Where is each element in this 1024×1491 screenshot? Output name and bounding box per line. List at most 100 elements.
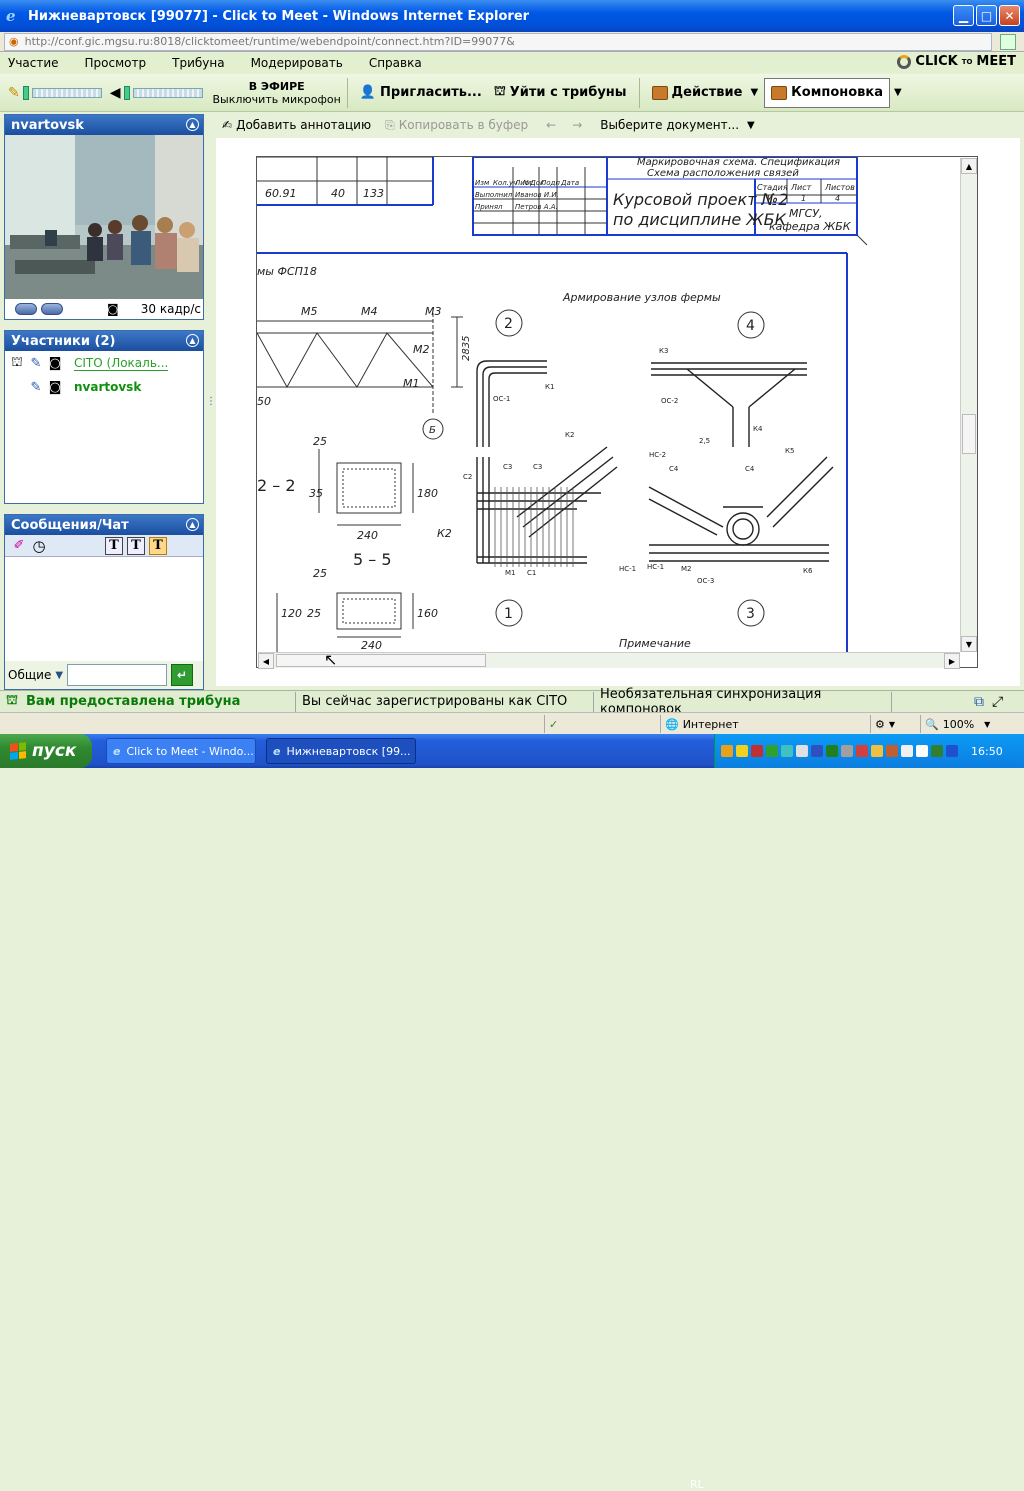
webcam-icon: ◙ bbox=[107, 302, 119, 316]
drawing-text: Курсовой проект №2 bbox=[613, 190, 788, 209]
scroll-left-icon[interactable]: ◀ bbox=[258, 653, 274, 669]
page-load-icon: ✓ bbox=[549, 717, 559, 731]
video-controls: ◙ 30 кадр/с bbox=[5, 299, 203, 319]
tray-app-icon[interactable] bbox=[766, 745, 778, 757]
chat-message-input[interactable] bbox=[67, 664, 168, 686]
menu-help[interactable]: Справка bbox=[369, 56, 422, 70]
network-icon[interactable]: ⧉ bbox=[974, 694, 984, 710]
tray-app-icon[interactable] bbox=[781, 745, 793, 757]
zoom-level[interactable]: 100% bbox=[943, 718, 974, 731]
tray-volume-icon[interactable] bbox=[856, 745, 868, 757]
participant-row[interactable]: ⛫ ✎ ◙ CITO (Локаль... bbox=[5, 351, 203, 375]
mouse-cursor-icon: ↖ bbox=[324, 650, 338, 669]
tray-app-icon[interactable] bbox=[721, 745, 733, 757]
drawing-text: Примечание bbox=[619, 637, 691, 650]
drawing-text: 35 bbox=[309, 487, 323, 500]
taskbar-item-nizhnevartovsk[interactable]: e Нижневартовск [99... bbox=[266, 738, 416, 764]
menu-moderate[interactable]: Модерировать bbox=[251, 56, 343, 70]
horizontal-scrollbar[interactable]: ◀ ▶ bbox=[258, 652, 960, 669]
pause-button[interactable] bbox=[15, 303, 37, 315]
dropdown-arrow-icon[interactable]: ▼ bbox=[747, 120, 755, 131]
vertical-scroll-thumb[interactable] bbox=[962, 414, 976, 454]
tray-app-icon[interactable] bbox=[871, 745, 883, 757]
protected-mode-icon[interactable]: ⚙ bbox=[875, 718, 885, 731]
drawing-text: Дата bbox=[560, 179, 579, 187]
forward-arrow-icon[interactable]: → bbox=[572, 118, 582, 132]
text-medium-button[interactable]: T bbox=[127, 536, 145, 555]
clock[interactable]: 16:50 bbox=[971, 745, 1003, 758]
menu-view[interactable]: Просмотр bbox=[85, 56, 147, 70]
microphone-icon: ✎ bbox=[30, 379, 42, 395]
layout-dropdown-arrow-icon[interactable]: ▼ bbox=[894, 87, 902, 98]
participant-row[interactable]: ✎ ◙ nvartovsk bbox=[5, 375, 203, 399]
menu-participation[interactable]: Участие bbox=[8, 56, 59, 70]
taskbar-item-clicktomeet[interactable]: e Click to Meet - Windo... bbox=[106, 738, 256, 764]
url-field[interactable]: ◉ http://conf.gic.mgsu.ru:8018/clicktome… bbox=[4, 32, 992, 51]
tray-app-icon[interactable] bbox=[841, 745, 853, 757]
leave-tribune-button[interactable]: ⛫ Уйти с трибуны bbox=[488, 78, 633, 108]
send-button[interactable]: ↵ bbox=[171, 664, 194, 686]
tray-network-icon[interactable] bbox=[946, 745, 958, 757]
close-button[interactable]: ✕ bbox=[999, 5, 1020, 26]
ie-icon: e bbox=[273, 744, 281, 758]
action-menu-button[interactable]: Действие ▼ bbox=[646, 78, 765, 108]
collapse-icon[interactable]: ▲ bbox=[186, 118, 199, 131]
tray-app-icon[interactable] bbox=[826, 745, 838, 757]
tray-app-icon[interactable] bbox=[931, 745, 943, 757]
horizontal-scroll-thumb[interactable] bbox=[276, 654, 486, 667]
add-annotation-button[interactable]: Добавить аннотацию bbox=[236, 118, 371, 132]
drawing-text: 2 – 2 bbox=[257, 476, 296, 495]
drawing-text: М2 bbox=[413, 343, 430, 356]
drawing-text: МГСУ, bbox=[789, 207, 823, 220]
copy-to-buffer-button[interactable]: Копировать в буфер bbox=[399, 118, 528, 132]
drawing-text: К5 bbox=[785, 447, 794, 455]
menu-tribune[interactable]: Трибуна bbox=[172, 56, 224, 70]
tray-shield-icon[interactable] bbox=[736, 745, 748, 757]
microphone-icon: ✎ bbox=[8, 84, 20, 101]
tray-app-icon[interactable] bbox=[811, 745, 823, 757]
speaker-level[interactable]: ◀ bbox=[110, 85, 203, 101]
panel-splitter-handle[interactable]: ⋮ bbox=[206, 396, 216, 416]
scroll-right-icon[interactable]: ▶ bbox=[944, 653, 960, 669]
window-title-bar[interactable]: e Нижневартовск [99077] - Click to Meet … bbox=[0, 0, 1024, 32]
recipient-select[interactable]: Общие bbox=[8, 668, 51, 682]
dropdown-arrow-icon[interactable]: ▼ bbox=[55, 670, 63, 681]
compat-icon[interactable] bbox=[1000, 34, 1016, 50]
maximize-button[interactable]: □ bbox=[976, 5, 997, 26]
tray-app-icon[interactable] bbox=[916, 745, 928, 757]
select-document-dropdown[interactable]: Выберите документ... bbox=[600, 118, 739, 132]
video-feed bbox=[5, 135, 203, 299]
collapse-icon[interactable]: ▲ bbox=[186, 334, 199, 347]
scroll-down-icon[interactable]: ▼ bbox=[961, 636, 977, 652]
text-large-button[interactable]: T bbox=[149, 536, 167, 555]
collapse-icon[interactable]: ▲ bbox=[186, 518, 199, 531]
tray-app-icon[interactable] bbox=[886, 745, 898, 757]
on-air-label: В ЭФИРЕ bbox=[248, 79, 305, 93]
language-indicator[interactable]: RL bbox=[690, 1478, 704, 1491]
drawing-text: М4 bbox=[361, 305, 378, 318]
tray-app-icon[interactable] bbox=[901, 745, 913, 757]
tray-app-icon[interactable] bbox=[796, 745, 808, 757]
camera-icon: ◙ bbox=[48, 379, 62, 395]
tray-app-icon[interactable] bbox=[751, 745, 763, 757]
drawing-text: 25 bbox=[307, 607, 321, 620]
zoom-icon: 🔍 bbox=[925, 717, 939, 731]
text-small-button[interactable]: T bbox=[105, 536, 123, 555]
stop-button[interactable] bbox=[41, 303, 63, 315]
scroll-up-icon[interactable]: ▲ bbox=[961, 158, 977, 174]
back-arrow-icon[interactable]: ← bbox=[546, 118, 556, 132]
chat-input-bar: Общие ▼ ↵ bbox=[5, 661, 203, 689]
start-button[interactable]: пуск bbox=[0, 734, 92, 768]
mute-microphone-button[interactable]: В ЭФИРЕ Выключить микрофон bbox=[213, 80, 341, 106]
clock-icon[interactable]: ◷ bbox=[31, 537, 47, 555]
layout-menu-button[interactable]: Компоновка bbox=[764, 77, 890, 108]
drawing-text: Принял bbox=[475, 203, 503, 211]
app-status-bar: ⛫ Вам предоставлена трибуна Вы сейчас за… bbox=[0, 687, 1024, 717]
vertical-scrollbar[interactable]: ▲ ▼ bbox=[960, 158, 977, 652]
chat-toolbar: ✐ ◷ T T T bbox=[5, 535, 203, 557]
minimize-button[interactable]: ▁ bbox=[953, 5, 974, 26]
mic-level[interactable]: ✎ bbox=[8, 85, 102, 101]
eraser-icon[interactable]: ✐ bbox=[11, 538, 27, 554]
fullscreen-icon[interactable]: ⤢ bbox=[992, 694, 1003, 710]
invite-button[interactable]: 👤 Пригласить... bbox=[354, 78, 488, 108]
